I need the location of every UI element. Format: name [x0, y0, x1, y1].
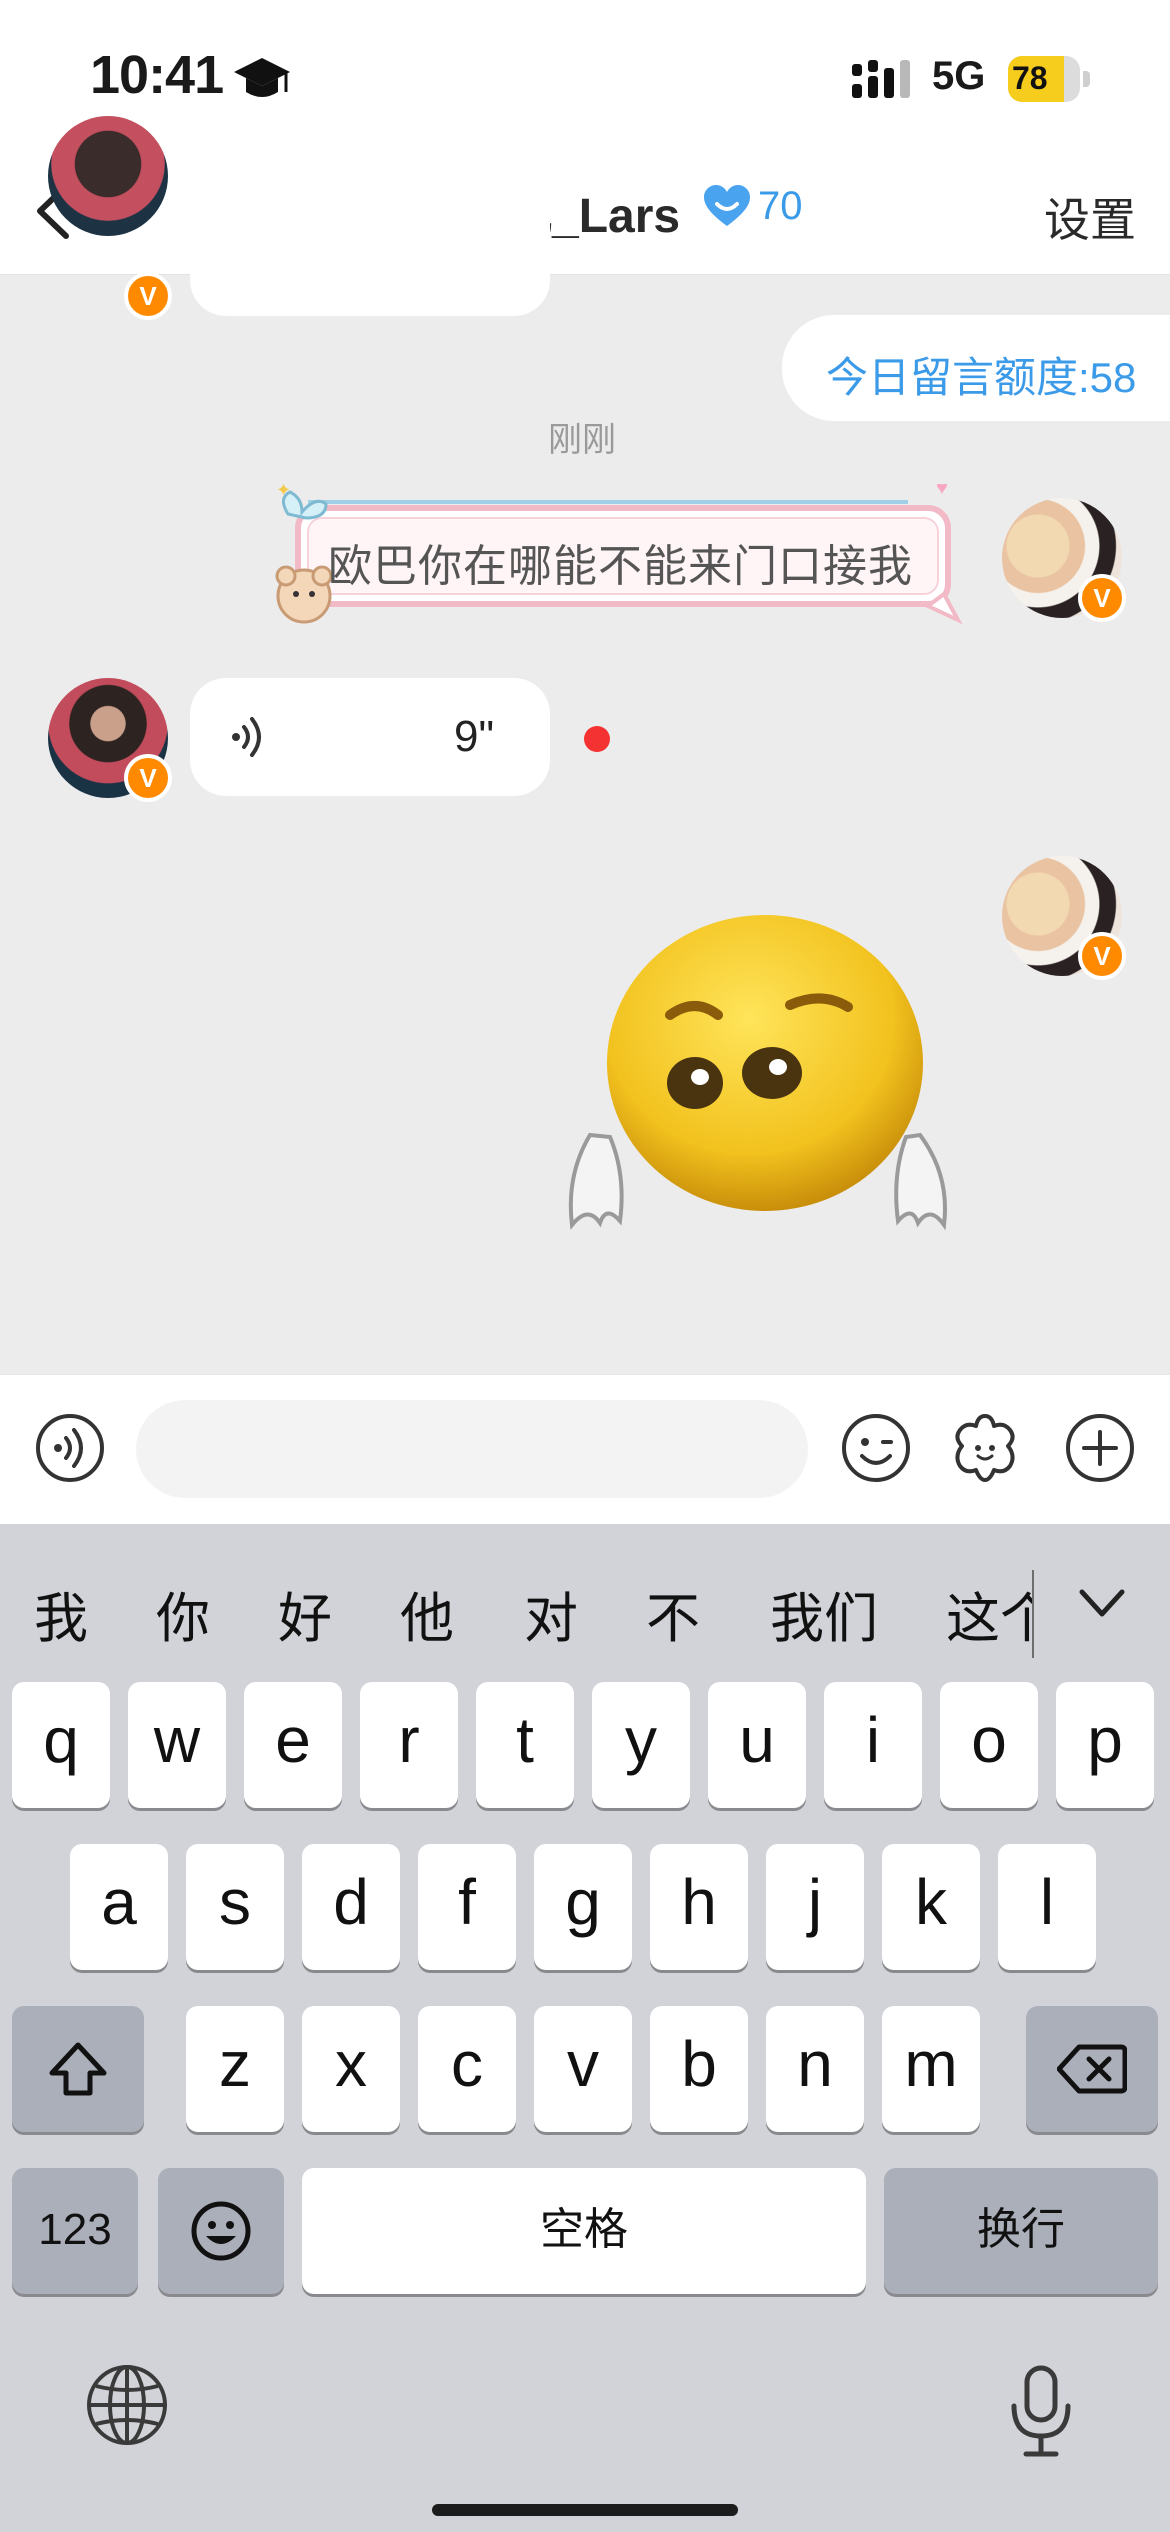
candidate-word[interactable]: 这个: [946, 1574, 1032, 1653]
verified-badge: V: [1078, 932, 1126, 980]
key-v[interactable]: v: [534, 2006, 632, 2132]
candidate-word[interactable]: 我们: [770, 1574, 878, 1653]
shift-key[interactable]: [12, 2006, 144, 2132]
numbers-key[interactable]: 123: [12, 2168, 138, 2294]
quota-message: 今日留言额度:58: [826, 354, 1137, 401]
battery-indicator: 78: [1008, 56, 1092, 102]
key-q[interactable]: q: [12, 1682, 110, 1808]
shift-arrow-icon: [49, 2042, 107, 2096]
key-c[interactable]: c: [418, 2006, 516, 2132]
key-o[interactable]: o: [940, 1682, 1038, 1808]
unread-dot: [584, 726, 610, 752]
status-time: 10:41: [90, 45, 224, 105]
candidate-word[interactable]: 我: [34, 1574, 88, 1653]
key-u[interactable]: u: [708, 1682, 806, 1808]
graduation-cap-icon: [234, 58, 290, 97]
sticker-favorites-icon[interactable]: [948, 1410, 1022, 1484]
return-key[interactable]: 换行: [884, 2168, 1158, 2294]
globe-icon[interactable]: [84, 2362, 170, 2448]
key-t[interactable]: t: [476, 1682, 574, 1808]
key-e[interactable]: e: [244, 1682, 342, 1808]
add-more-icon[interactable]: [1064, 1412, 1136, 1484]
key-n[interactable]: n: [766, 2006, 864, 2132]
time-separator: 刚刚: [548, 421, 616, 459]
verified-badge: V: [124, 272, 172, 320]
key-x[interactable]: x: [302, 2006, 400, 2132]
backspace-key[interactable]: [1026, 2006, 1158, 2132]
chevron-down-icon[interactable]: [1076, 1582, 1128, 1624]
svg-text:✦: ✦: [276, 484, 291, 500]
candidate-word[interactable]: 他: [400, 1574, 454, 1653]
my-avatar[interactable]: V: [1002, 498, 1126, 622]
heart-icon: [704, 185, 750, 226]
sent-message-text: 欧巴你在哪能不能来门口接我: [328, 542, 913, 591]
key-f[interactable]: f: [418, 1844, 516, 1970]
key-h[interactable]: h: [650, 1844, 748, 1970]
network-type: 5G: [932, 54, 986, 98]
intimacy-score: 70: [758, 184, 803, 228]
svg-text:♥: ♥: [936, 484, 948, 499]
candidate-word[interactable]: 不: [646, 1574, 700, 1653]
cellular-signal-icon: [852, 60, 910, 98]
emoji-face-icon: [191, 2201, 251, 2261]
key-p[interactable]: p: [1056, 1682, 1154, 1808]
battery-percent: 78: [1012, 60, 1048, 96]
candidate-word[interactable]: 对: [524, 1574, 578, 1653]
key-d[interactable]: d: [302, 1844, 400, 1970]
verified-badge: V: [124, 754, 172, 802]
key-r[interactable]: r: [360, 1682, 458, 1808]
key-i[interactable]: i: [824, 1682, 922, 1808]
microphone-icon[interactable]: [1006, 2364, 1076, 2460]
settings-button[interactable]: 设置: [1044, 184, 1136, 250]
key-m[interactable]: m: [882, 2006, 980, 2132]
contact-avatar[interactable]: V: [48, 116, 172, 320]
voice-input-icon[interactable]: [34, 1412, 106, 1484]
home-indicator: [432, 2504, 738, 2516]
key-z[interactable]: z: [186, 2006, 284, 2132]
previous-voice-message[interactable]: [190, 180, 550, 316]
candidate-divider: [1032, 1570, 1034, 1658]
key-j[interactable]: j: [766, 1844, 864, 1970]
key-l[interactable]: l: [998, 1844, 1096, 1970]
emoji-keyboard-key[interactable]: [158, 2168, 284, 2294]
key-b[interactable]: b: [650, 2006, 748, 2132]
key-k[interactable]: k: [882, 1844, 980, 1970]
backspace-icon: [1056, 2044, 1128, 2094]
key-s[interactable]: s: [186, 1844, 284, 1970]
key-g[interactable]: g: [534, 1844, 632, 1970]
space-key[interactable]: 空格: [302, 2168, 866, 2294]
my-avatar[interactable]: V: [1002, 856, 1126, 980]
voice-duration: 9": [454, 712, 495, 761]
message-input[interactable]: [136, 1400, 808, 1498]
key-a[interactable]: a: [70, 1844, 168, 1970]
key-y[interactable]: y: [592, 1682, 690, 1808]
emoji-sticker-image[interactable]: [560, 905, 966, 1245]
verified-badge: V: [1078, 574, 1126, 622]
candidate-word[interactable]: 好: [278, 1574, 332, 1653]
key-w[interactable]: w: [128, 1682, 226, 1808]
voice-wave-icon: [232, 717, 261, 757]
emoji-icon[interactable]: [840, 1412, 912, 1484]
candidate-word[interactable]: 你: [156, 1574, 210, 1653]
contact-avatar[interactable]: V: [48, 678, 172, 802]
